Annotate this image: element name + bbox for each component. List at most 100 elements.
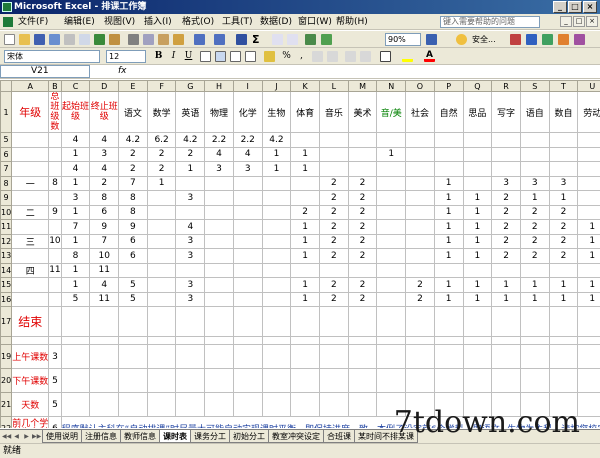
security-icon[interactable] [456,34,467,45]
cell[interactable] [433,132,464,148]
cell[interactable]: 1 [548,291,579,307]
cell[interactable] [376,248,407,264]
subject-header[interactable]: 音/美 [376,91,407,133]
cell[interactable]: 1 [433,219,464,235]
cell[interactable] [261,190,292,206]
cell[interactable] [318,306,349,337]
cell[interactable] [405,175,435,191]
cell[interactable] [118,368,148,393]
undo-icon[interactable] [194,34,205,45]
currency-icon[interactable] [264,51,275,62]
cell[interactable]: 11 [48,262,62,278]
cell[interactable] [204,392,234,417]
setting-value[interactable]: 5 [48,392,62,417]
row-header[interactable]: 13 [0,248,13,264]
cell[interactable] [261,291,292,307]
cell[interactable]: 3 [175,277,206,293]
cell[interactable] [462,262,493,278]
cell[interactable]: 1 [519,190,550,206]
cell[interactable] [290,190,320,206]
cell[interactable] [318,392,349,417]
cell[interactable] [318,146,349,162]
cell[interactable] [462,146,493,162]
first-sheet-icon[interactable]: ◀◀ [2,432,11,442]
cell[interactable] [261,277,292,293]
cell[interactable]: 4 [60,161,91,177]
cell[interactable]: 二 [11,204,50,220]
menu-view[interactable]: 视图(V) [104,14,135,30]
cell[interactable]: 5 [118,291,148,307]
row-header[interactable]: 19 [0,344,13,369]
setting-label[interactable]: 上午课数 [11,344,50,369]
cell[interactable]: 4 [60,132,91,148]
row-header[interactable]: 9 [0,190,13,206]
cell[interactable]: 6 [89,204,120,220]
cell[interactable]: 1 [519,277,550,293]
column-header[interactable]: F [146,80,177,92]
cell[interactable] [462,161,493,177]
cell[interactable] [376,161,407,177]
column-header[interactable]: L [318,80,349,92]
cell[interactable]: 1 [290,219,320,235]
row-header[interactable]: 10 [0,204,13,220]
cell[interactable] [433,306,464,337]
cell[interactable] [146,368,177,393]
bold-button[interactable]: B [152,50,165,63]
cell[interactable]: 4 [204,146,234,162]
menu-data[interactable]: 数据(D) [260,14,292,30]
cell[interactable] [146,190,177,206]
cell[interactable]: 4.2 [175,132,206,148]
cell[interactable]: 一 [11,175,50,191]
cell[interactable] [577,204,600,220]
cell[interactable] [11,248,50,264]
cell[interactable] [290,262,320,278]
column-header[interactable]: S [519,80,550,92]
cell[interactable] [405,204,435,220]
cell[interactable] [347,368,378,393]
cell[interactable]: 2 [548,204,579,220]
print-preview-icon[interactable] [79,34,90,45]
cell[interactable]: 2 [89,175,120,191]
row-header[interactable]: 5 [0,132,13,148]
worksheet-grid[interactable]: ABCDEFGHIJKLMNOPQRSTU 1 年级 总班级数 起始班级 终止班… [0,80,600,428]
cell[interactable]: 1 [60,146,91,162]
cell[interactable] [261,344,292,369]
cell[interactable]: 6 [118,248,148,264]
cell[interactable] [405,132,435,148]
cell[interactable] [146,277,177,293]
cell[interactable] [146,291,177,307]
sheet-tab[interactable]: 注册信息 [81,430,121,443]
cell[interactable] [347,336,378,345]
cell[interactable] [577,392,600,417]
cell[interactable] [118,306,148,337]
cell[interactable] [376,190,407,206]
cell[interactable]: 2 [318,219,349,235]
cell[interactable]: 9 [118,219,148,235]
column-header[interactable]: P [433,80,464,92]
cell[interactable] [318,262,349,278]
cell[interactable] [491,262,521,278]
row-header[interactable]: 8 [0,175,13,191]
cell[interactable]: 1 [433,291,464,307]
cell[interactable] [204,262,234,278]
cell[interactable]: 1 [290,161,320,177]
decrease-indent-icon[interactable] [345,51,356,62]
cell[interactable]: 3 [491,175,521,191]
column-header[interactable]: B [48,80,62,92]
setting-label[interactable]: 结束 [11,306,50,337]
hyperlink-icon[interactable] [236,34,247,45]
menu-file[interactable]: 文件(F) [18,14,48,30]
cell[interactable]: 1 [433,233,464,249]
sheet-tab[interactable]: 使用说明 [42,430,82,443]
cell[interactable]: 10 [48,233,62,249]
cell[interactable] [60,336,91,345]
close-button[interactable]: × [583,1,597,13]
header-total-classes[interactable]: 总班级数 [48,91,62,133]
cell[interactable]: 1 [433,175,464,191]
cell[interactable]: 1 [548,277,579,293]
cell[interactable]: 3 [60,190,91,206]
cell[interactable] [11,291,50,307]
cell[interactable]: 2 [347,190,378,206]
cell[interactable]: 4 [232,146,263,162]
select-all-corner[interactable] [0,80,13,92]
